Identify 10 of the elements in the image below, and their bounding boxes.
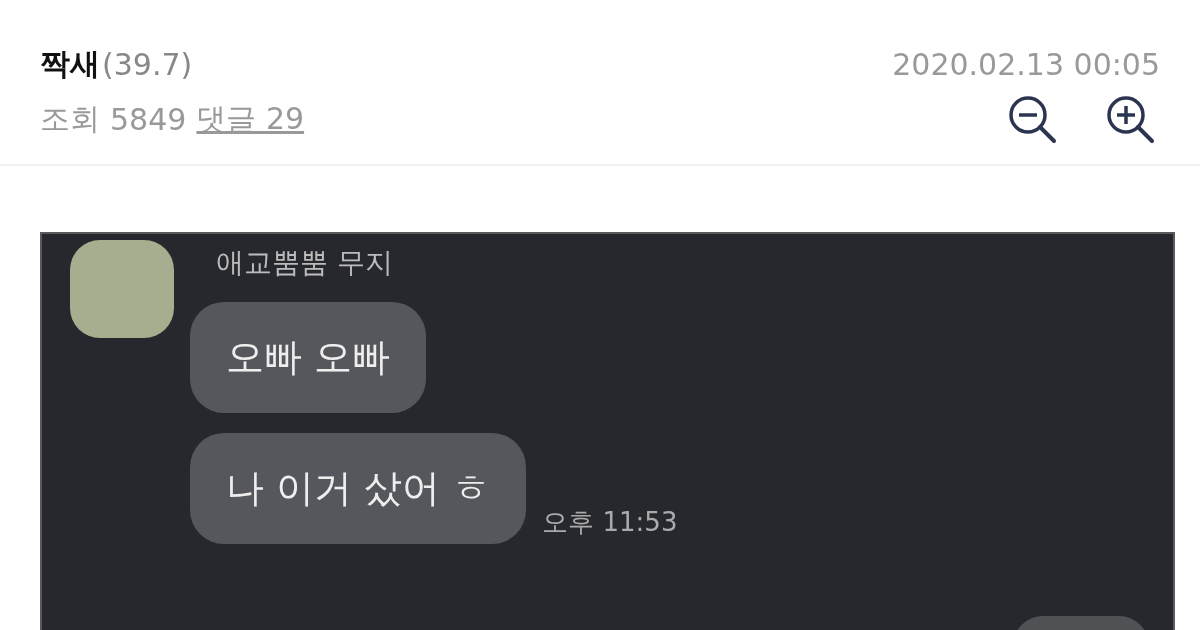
views-count: 5849 — [110, 101, 187, 137]
chat-bubble: 오빠 오빠 — [190, 302, 427, 413]
author-level: (39.7) — [102, 46, 193, 82]
chat-bubble: 나 이거 샀어 ㅎ — [190, 433, 527, 544]
author-name: 짝새 — [40, 44, 100, 83]
sender-name: 애교뿜뿜 무지 — [216, 245, 394, 281]
message-time: 오후 11:53 — [542, 506, 678, 539]
comments-link[interactable]: 댓글 29 — [196, 98, 305, 140]
views-label: 조회 — [40, 99, 100, 138]
post-date: 2020.02.13 00:05 — [892, 46, 1160, 82]
